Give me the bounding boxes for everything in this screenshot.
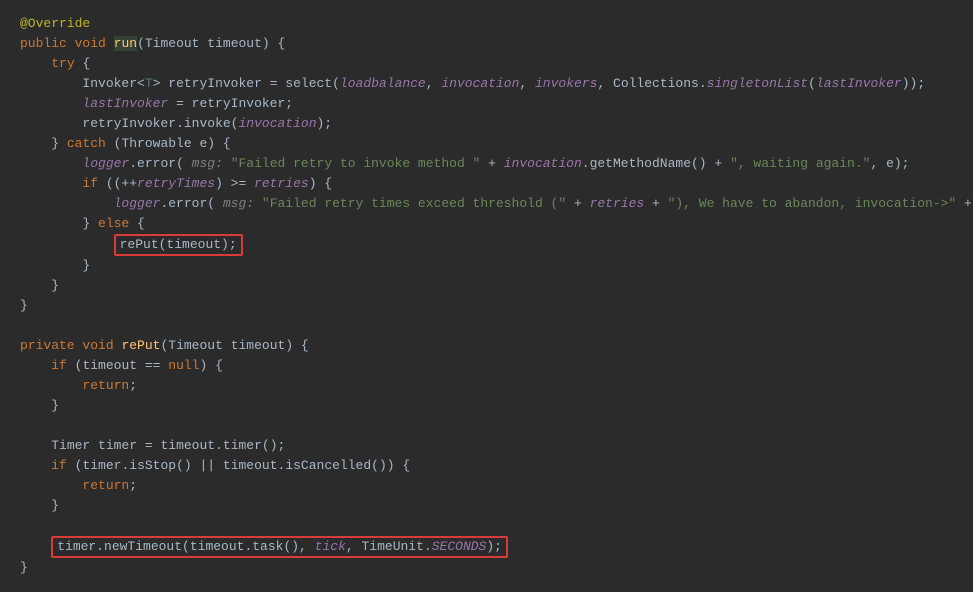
kw-private: private: [20, 338, 75, 353]
kw-try: try: [51, 56, 74, 71]
type-invoker: Invoker: [82, 76, 137, 91]
paren: ) {: [262, 36, 285, 51]
param-timeout: timeout: [207, 36, 262, 51]
annotation-override: @Override: [20, 16, 90, 31]
kw-return: return: [82, 378, 129, 393]
method-run: run: [114, 36, 137, 51]
type-timer: Timer: [51, 438, 90, 453]
kw-else: else: [98, 216, 129, 231]
highlight-newtimeout: timer.newTimeout(timeout.task(), tick, T…: [51, 536, 508, 558]
paren: (: [137, 36, 145, 51]
kw-public: public: [20, 36, 67, 51]
highlight-reput-call: rePut(timeout);: [114, 234, 243, 256]
generic-t: T: [145, 76, 153, 91]
type-timeout: Timeout: [145, 36, 200, 51]
kw-void: void: [75, 36, 106, 51]
code-editor[interactable]: @Override public void run(Timeout timeou…: [0, 0, 973, 592]
kw-if: if: [82, 176, 98, 191]
kw-catch: catch: [67, 136, 106, 151]
method-reput: rePut: [121, 338, 160, 353]
